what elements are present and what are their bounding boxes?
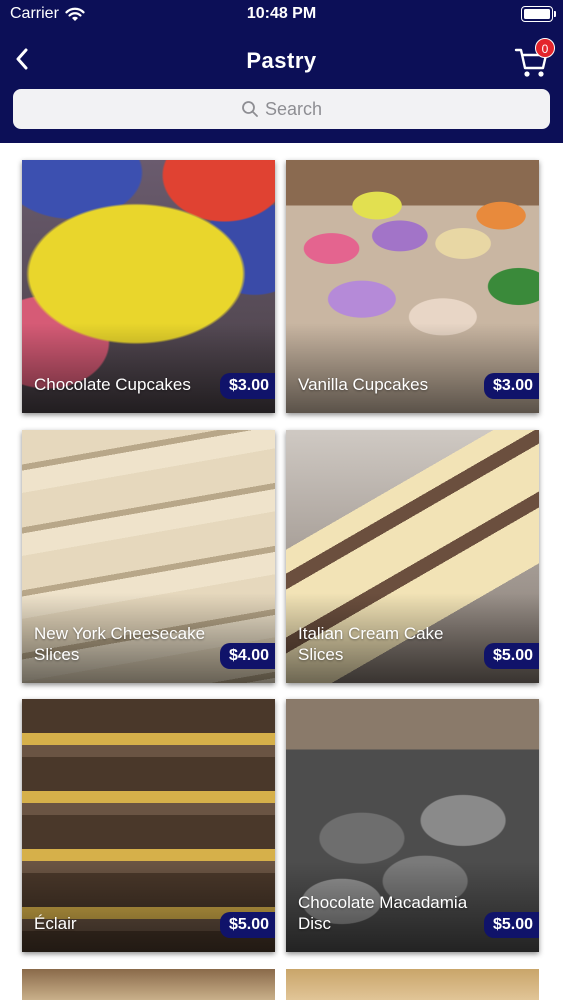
search-icon	[242, 101, 258, 117]
product-card-italian-cream-cake-slices[interactable]: Italian Cream Cake Slices $5.00	[286, 430, 539, 683]
product-card-vanilla-cupcakes[interactable]: Vanilla Cupcakes $3.00	[286, 160, 539, 413]
page-title: Pastry	[246, 48, 317, 73]
product-card-partial[interactable]	[22, 969, 275, 1000]
battery-icon	[521, 6, 556, 22]
product-name: Chocolate Macadamia Disc	[298, 893, 468, 933]
product-name: Italian Cream Cake Slices	[298, 624, 444, 664]
product-card-chocolate-macadamia-disc[interactable]: Chocolate Macadamia Disc $5.00	[286, 699, 539, 952]
price-badge: $5.00	[483, 912, 539, 938]
product-name: Chocolate Cupcakes	[34, 375, 191, 394]
price-badge: $5.00	[219, 912, 275, 938]
price-badge: $3.00	[483, 373, 539, 399]
status-time: 10:48 PM	[246, 5, 317, 22]
navigation-header: Carrier 10:48 PM Pastry 0 Search	[0, 0, 563, 143]
product-image	[22, 969, 275, 1000]
product-card-new-york-cheesecake-slices[interactable]: New York Cheesecake Slices $4.00	[22, 430, 275, 683]
price-badge: $3.00	[219, 373, 275, 399]
search-input[interactable]: Search	[13, 89, 550, 129]
cart-button[interactable]: 0	[513, 38, 555, 78]
status-bar: Carrier 10:48 PM	[0, 0, 563, 30]
product-name: Éclair	[34, 914, 77, 933]
product-card-eclair[interactable]: Éclair $5.00	[22, 699, 275, 952]
price-badge: $5.00	[483, 643, 539, 669]
product-name: Vanilla Cupcakes	[298, 375, 429, 394]
product-card-partial[interactable]	[286, 969, 539, 1000]
price-badge: $4.00	[219, 643, 275, 669]
product-image	[286, 969, 539, 1000]
product-grid: Chocolate Cupcakes $3.00 Vanilla Cupcake…	[0, 143, 563, 1000]
cart-count-badge: 0	[535, 38, 555, 58]
product-card-chocolate-cupcakes[interactable]: Chocolate Cupcakes $3.00	[22, 160, 275, 413]
search-placeholder: Search	[264, 98, 323, 119]
product-name: New York Cheesecake Slices	[34, 624, 206, 664]
